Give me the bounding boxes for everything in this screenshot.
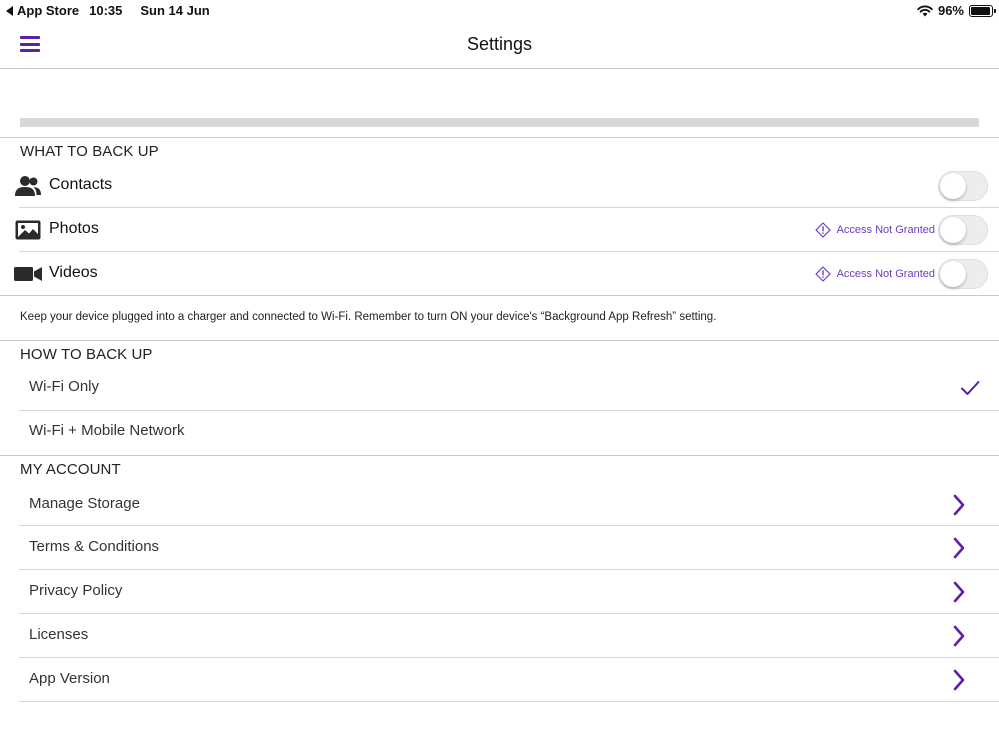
contacts-toggle[interactable] [938, 171, 988, 201]
status-bar: App Store 10:35 Sun 14 Jun 96% [0, 0, 999, 20]
page-title: Settings [466, 34, 533, 54]
section-header-what-to-back-up: WHAT TO BACK UP [20, 143, 159, 160]
backup-row-videos: Videos Access Not Granted [0, 252, 999, 296]
back-to-app-store-link[interactable]: App Store [6, 3, 79, 18]
account-row-licenses[interactable]: Licenses [20, 614, 999, 658]
status-date: Sun 14 Jun [140, 3, 210, 18]
photo-icon [14, 218, 42, 242]
chevron-right-icon [953, 494, 965, 516]
videos-access-notice: Access Not Granted [814, 266, 935, 282]
photos-access-notice-text: Access Not Granted [836, 224, 935, 236]
videos-toggle[interactable] [938, 259, 988, 289]
account-row-label: Terms & Conditions [29, 538, 160, 555]
section-header-my-account: MY ACCOUNT [20, 461, 121, 478]
contacts-icon [14, 174, 42, 198]
account-row-label: Licenses [29, 626, 89, 643]
status-time: 10:35 [89, 3, 123, 18]
divider [0, 340, 999, 341]
backup-row-contacts: Contacts [0, 164, 999, 208]
battery-percentage: 96% [937, 3, 964, 18]
warning-diamond-icon [814, 222, 831, 238]
section-header-how-to-back-up: HOW TO BACK UP [20, 346, 153, 363]
account-row-terms-conditions[interactable]: Terms & Conditions [20, 526, 999, 570]
battery-fill [971, 6, 991, 15]
account-row-label: App Version [29, 670, 110, 687]
option-wifi-mobile-network[interactable]: Wi-Fi + Mobile Network [20, 410, 999, 454]
divider [0, 137, 999, 138]
chevron-right-icon [953, 625, 965, 647]
chevron-right-icon [953, 537, 965, 559]
warning-diamond-icon [814, 266, 831, 282]
back-triangle-icon [6, 5, 13, 16]
wifi-icon [917, 5, 933, 16]
backup-progress-bar [20, 118, 979, 127]
option-wifi-only[interactable]: Wi-Fi Only [20, 366, 999, 410]
videos-access-notice-text: Access Not Granted [836, 268, 935, 280]
option-label: Wi-Fi + Mobile Network [29, 422, 185, 439]
backup-label-videos: Videos [49, 264, 98, 281]
account-row-manage-storage[interactable]: Manage Storage [20, 483, 999, 527]
account-row-app-version[interactable]: App Version [20, 658, 999, 702]
chevron-right-icon [953, 581, 965, 603]
chevron-right-icon [953, 669, 965, 691]
battery-icon [969, 4, 996, 17]
divider [0, 295, 999, 296]
checkmark-icon [961, 381, 980, 395]
video-camera-icon [14, 262, 42, 286]
option-label: Wi-Fi Only [29, 378, 99, 395]
backup-row-photos: Photos Access Not Granted [0, 208, 999, 252]
account-row-privacy-policy[interactable]: Privacy Policy [20, 570, 999, 614]
back-app-label: App Store [17, 3, 80, 18]
account-row-label: Privacy Policy [29, 582, 123, 599]
backup-label-photos: Photos [49, 220, 99, 237]
divider [19, 701, 999, 702]
divider [0, 455, 999, 456]
photos-toggle[interactable] [938, 215, 988, 245]
backup-instructions-note: Keep your device plugged into a charger … [20, 311, 717, 323]
photos-access-notice: Access Not Granted [814, 222, 935, 238]
nav-bar: Settings [0, 20, 999, 69]
backup-label-contacts: Contacts [49, 176, 113, 193]
account-row-label: Manage Storage [29, 495, 140, 512]
